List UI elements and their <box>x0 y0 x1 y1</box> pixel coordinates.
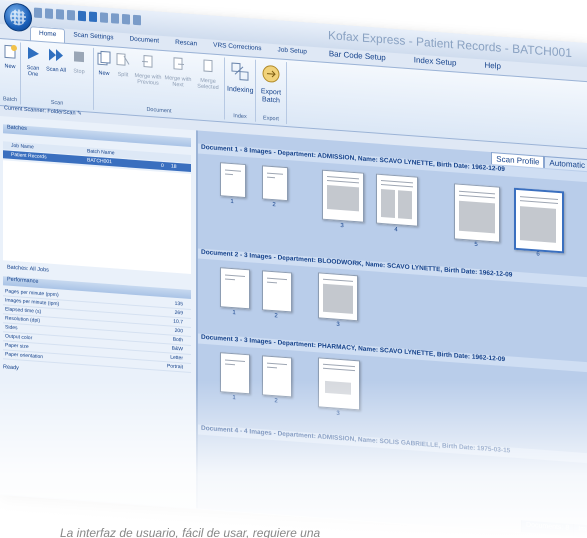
new-batch-icon <box>4 44 17 59</box>
page-thumbnail[interactable] <box>220 352 250 395</box>
count-cell: 18 <box>171 163 177 170</box>
merge-selected-button[interactable]: Merge Selected <box>194 57 222 91</box>
stop-icon <box>74 51 84 63</box>
page-number: 5 <box>474 241 478 249</box>
tab-documents[interactable]: Documents: 8 <box>521 520 574 537</box>
new-document-button[interactable]: New <box>96 50 112 77</box>
kofax-window: Kofax Express - Patient Records - BATCH0… <box>0 0 587 538</box>
left-panel: Batches Job Name Batch Name Patient Reco… <box>0 116 198 509</box>
new-batch-button[interactable]: New <box>2 43 18 70</box>
scanner-config-icon[interactable]: ✎ <box>77 111 82 117</box>
scan-group: Scan One Scan All Stop Scan <box>21 42 94 110</box>
status-text: Ready <box>3 364 19 372</box>
page-thumbnail[interactable] <box>454 183 500 243</box>
tab-images[interactable]: Im <box>573 524 587 538</box>
merge-previous-icon <box>142 55 153 68</box>
indexing-button[interactable]: Indexing <box>227 60 253 96</box>
play-icon <box>28 47 39 60</box>
scan-all-button[interactable]: Scan All <box>45 46 67 74</box>
print-icon[interactable] <box>111 13 119 24</box>
page-thumbnail[interactable] <box>318 272 358 322</box>
new-icon[interactable] <box>34 7 42 19</box>
page-number: 1 <box>232 310 236 317</box>
page-thumbnail[interactable] <box>262 270 292 313</box>
settings-icon[interactable] <box>122 13 130 25</box>
scan-all-icon[interactable] <box>89 11 97 23</box>
merge-next-icon <box>173 57 184 70</box>
split-button[interactable]: Split <box>114 51 132 78</box>
export-group: Export Batch Export <box>256 59 287 125</box>
merge-with-previous-button[interactable]: Merge with Previous <box>134 53 162 87</box>
page-number: 3 <box>336 410 340 417</box>
page-thumbnail[interactable] <box>262 165 288 202</box>
page-number: 4 <box>394 226 398 234</box>
index-group: Indexing Index <box>225 57 256 122</box>
documents-panel: Scan Profile Automatic Document 1 - 8 Im… <box>198 130 587 538</box>
indexing-icon <box>231 62 249 81</box>
page-thumbnail[interactable] <box>322 169 364 223</box>
page-number: 3 <box>336 321 340 328</box>
batch-group: New Batch <box>0 41 21 105</box>
merge-with-next-button[interactable]: Merge with Next <box>164 55 192 89</box>
bottom-tabs: Documents: 8 Im <box>521 520 587 538</box>
export-batch-button[interactable]: Export Batch <box>258 62 284 106</box>
page-thumbnail[interactable] <box>262 355 292 398</box>
page-number: 2 <box>274 313 278 320</box>
page-thumbnail[interactable] <box>514 187 564 254</box>
page-number: 1 <box>230 198 234 206</box>
document-group: New Split Merge with Previous Merge with… <box>94 47 225 120</box>
page-number: 1 <box>232 395 236 402</box>
page-thumbnail[interactable] <box>376 173 418 227</box>
export-icon <box>262 65 280 83</box>
split-icon <box>116 53 130 66</box>
fast-forward-icon <box>49 48 63 62</box>
redo-icon[interactable] <box>67 9 75 21</box>
merge-selected-icon <box>203 59 213 73</box>
count-cell: 0 <box>161 162 164 170</box>
page-number: 2 <box>274 398 278 405</box>
page-thumbnail[interactable] <box>220 267 250 310</box>
open-icon[interactable] <box>45 8 53 19</box>
screenshot-stage: Kofax Express - Patient Records - BATCH0… <box>0 0 587 538</box>
help-icon[interactable] <box>133 14 141 26</box>
scan-one-icon[interactable] <box>78 10 86 22</box>
page-number: 6 <box>536 251 540 258</box>
document-new-icon <box>97 50 111 66</box>
page-thumbnail[interactable] <box>220 162 246 199</box>
quick-access-toolbar[interactable] <box>34 7 141 29</box>
page-thumbnail[interactable] <box>318 357 360 411</box>
caption-text: La interfaz de usuario, fácil de usar, r… <box>60 526 321 538</box>
app-menu-orb-icon[interactable] <box>4 2 32 33</box>
batches-list-area <box>3 160 191 275</box>
stop-button[interactable]: Stop <box>69 48 89 75</box>
page-number: 3 <box>340 222 344 230</box>
stop-icon[interactable] <box>100 12 108 23</box>
undo-icon[interactable] <box>56 9 64 20</box>
page-number: 2 <box>272 201 276 209</box>
scan-one-button[interactable]: Scan One <box>23 45 43 78</box>
